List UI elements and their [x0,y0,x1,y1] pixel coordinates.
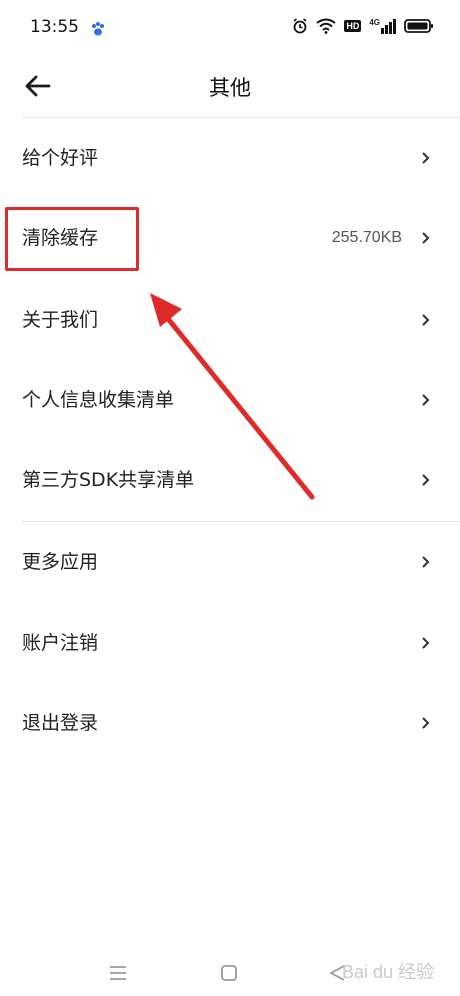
chevron-right-icon [422,152,430,164]
chevron-right-icon [422,232,430,244]
status-bar: 13:55 HD 4G [0,0,460,58]
header: 其他 [0,58,460,116]
watermark: Bai du 经验 [341,962,434,982]
chevron-right-icon [422,314,430,326]
menu-item-label: 退出登录 [22,712,99,734]
annotation-highlight-box [5,207,139,271]
paw-icon [92,22,104,36]
page-title: 其他 [209,76,251,100]
chevron-right-icon [422,474,430,486]
menu-item-label: 第三方SDK共享清单 [22,469,195,491]
status-time: 13:55 [30,17,79,37]
chevron-right-icon [422,637,430,649]
status-icons: HD 4G [292,18,434,34]
menu-item-logout[interactable]: 退出登录 [0,683,460,763]
chevron-right-icon [422,717,430,729]
cache-size: 255.70KB [331,229,402,246]
menu-item-delete-account[interactable]: 账户注销 [0,603,460,683]
signal-icon: 4G [369,18,396,34]
wifi-icon [316,18,336,34]
hd-badge: HD [344,20,362,32]
system-nav-bar: Bai du 经验 [0,950,460,996]
network-type: 4G [369,18,380,27]
alarm-icon [293,18,307,34]
menu-item-label: 关于我们 [22,309,99,331]
menu-item-personal-info[interactable]: 个人信息收集清单 [0,360,460,440]
menu-item-label: 账户注销 [22,632,99,654]
menu-item-label: 个人信息收集清单 [22,389,175,411]
chevron-right-icon [422,556,430,568]
menu-item-rate[interactable]: 给个好评 [0,118,460,198]
menu-item-about[interactable]: 关于我们 [0,280,460,360]
menu-icon[interactable] [108,964,128,982]
home-icon[interactable] [219,963,239,983]
battery-icon [404,19,433,33]
menu-item-more-apps[interactable]: 更多应用 [0,522,460,602]
menu-item-third-party-sdk[interactable]: 第三方SDK共享清单 [0,440,460,520]
chevron-right-icon [422,394,430,406]
menu-item-label: 给个好评 [22,147,99,169]
menu-item-label: 更多应用 [22,551,99,573]
